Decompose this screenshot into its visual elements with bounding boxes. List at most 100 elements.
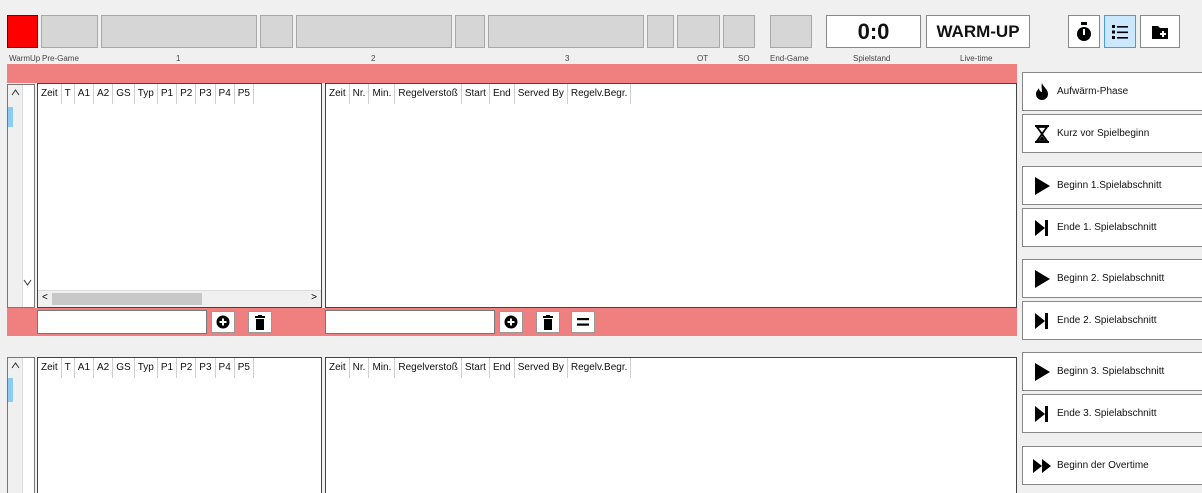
column-header[interactable]: P1 bbox=[158, 358, 178, 378]
side-button-beginn-3-spielabschnitt[interactable]: Beginn 3. Spielabschnitt bbox=[1022, 352, 1202, 391]
list-view-button[interactable] bbox=[1104, 15, 1136, 48]
team-a-delete-penalty-button[interactable] bbox=[248, 311, 272, 333]
fire-icon bbox=[1033, 82, 1051, 101]
list-icon bbox=[1112, 24, 1128, 39]
side-button-beginn-1-spielabschnitt[interactable]: Beginn 1.Spielabschnitt bbox=[1022, 166, 1202, 205]
side-button-label: Aufwärm-Phase bbox=[1057, 86, 1129, 97]
team-a-rule-table[interactable]: Zeit Nr. Min. Regelverstoß Start End Served By… bbox=[325, 83, 1017, 308]
scroll-left-icon[interactable]: < bbox=[42, 292, 48, 303]
phase-ot-block[interactable] bbox=[677, 15, 720, 48]
column-header[interactable]: P2 bbox=[177, 84, 197, 104]
column-header[interactable]: P4 bbox=[216, 84, 235, 104]
column-header[interactable]: Zeit bbox=[326, 84, 350, 104]
column-header[interactable]: Regelv.Begr. bbox=[568, 358, 632, 378]
scroll-up-icon[interactable] bbox=[11, 362, 20, 369]
team-a-add-penalty-button[interactable] bbox=[211, 311, 235, 333]
step-end-icon bbox=[1033, 219, 1051, 237]
team-b-roster-strip[interactable] bbox=[7, 357, 35, 493]
roster-selected-marker bbox=[8, 378, 13, 402]
phase-label-ot: OT bbox=[697, 54, 709, 63]
stopwatch-button[interactable] bbox=[1068, 15, 1100, 48]
penalty-table-header: Zeit T A1 A2 GS Typ P1 P2 P3 P4 P5 bbox=[38, 358, 254, 378]
penalty-table-hscrollbar[interactable]: < > bbox=[38, 290, 321, 307]
phase-1-block[interactable] bbox=[101, 15, 257, 48]
column-header[interactable]: Regelverstoß bbox=[395, 84, 462, 104]
phase-warmup-block[interactable] bbox=[7, 15, 38, 48]
phase-so-block[interactable] bbox=[723, 15, 755, 48]
phase-endgame-block[interactable] bbox=[770, 15, 812, 48]
column-header[interactable]: Regelv.Begr. bbox=[568, 84, 632, 104]
side-button-kurz-vor-spielbeginn[interactable]: Kurz vor Spielbeginn bbox=[1022, 114, 1202, 153]
team-a-rule-input[interactable] bbox=[325, 310, 495, 334]
column-header[interactable]: A2 bbox=[94, 84, 114, 104]
column-header[interactable]: P5 bbox=[235, 358, 254, 378]
side-button-beginn-der-overtime[interactable]: Beginn der Overtime bbox=[1022, 446, 1202, 485]
scroll-down-icon[interactable] bbox=[23, 279, 32, 286]
team-a-delete-rule-button[interactable] bbox=[536, 311, 560, 333]
column-header[interactable]: Zeit bbox=[38, 358, 62, 378]
column-header[interactable]: A2 bbox=[94, 358, 114, 378]
side-button-ende-2-spielabschnitt[interactable]: Ende 2. Spielabschnitt bbox=[1022, 301, 1202, 340]
column-header[interactable]: Min. bbox=[369, 358, 396, 378]
column-header[interactable]: T bbox=[62, 84, 75, 104]
side-button-aufwärm-phase[interactable]: Aufwärm-Phase bbox=[1022, 72, 1202, 111]
column-header[interactable]: Regelverstoß bbox=[395, 358, 462, 378]
column-header[interactable]: A1 bbox=[75, 84, 95, 104]
column-header[interactable]: P1 bbox=[158, 84, 178, 104]
phase-1-break-block[interactable] bbox=[260, 15, 293, 48]
column-header[interactable]: Served By bbox=[515, 84, 568, 104]
phase-label-1: 1 bbox=[176, 54, 181, 63]
scroll-up-icon[interactable] bbox=[11, 89, 20, 96]
side-button-label: Kurz vor Spielbeginn bbox=[1057, 128, 1150, 139]
column-header[interactable]: P5 bbox=[235, 84, 254, 104]
column-header[interactable]: End bbox=[490, 84, 515, 104]
column-header[interactable]: Zeit bbox=[326, 358, 350, 378]
column-header[interactable]: Nr. bbox=[350, 358, 370, 378]
side-button-ende-3-spielabschnitt[interactable]: Ende 3. Spielabschnitt bbox=[1022, 394, 1202, 433]
hscroll-thumb[interactable] bbox=[52, 293, 202, 305]
scroll-right-icon[interactable]: > bbox=[311, 292, 317, 303]
column-header[interactable]: T bbox=[62, 358, 75, 378]
side-button-beginn-2-spielabschnitt[interactable]: Beginn 2. Spielabschnitt bbox=[1022, 259, 1202, 298]
team-a-equal-button[interactable] bbox=[571, 311, 595, 333]
column-header[interactable]: Start bbox=[462, 358, 490, 378]
column-header[interactable]: GS bbox=[113, 84, 135, 104]
team-b-penalty-table[interactable]: Zeit T A1 A2 GS Typ P1 P2 P3 P4 P5 bbox=[37, 357, 322, 493]
add-folder-button[interactable] bbox=[1140, 15, 1180, 48]
column-header[interactable]: GS bbox=[113, 358, 135, 378]
team-a-add-rule-button[interactable] bbox=[499, 311, 523, 333]
column-header[interactable]: A1 bbox=[75, 358, 95, 378]
phase-2-break-block[interactable] bbox=[455, 15, 485, 48]
column-header[interactable]: P3 bbox=[196, 84, 216, 104]
team-a-roster-strip[interactable] bbox=[7, 84, 35, 308]
column-header[interactable]: Min. bbox=[369, 84, 396, 104]
column-header[interactable]: Typ bbox=[135, 84, 158, 104]
phase-label-pregame: Pre-Game bbox=[42, 54, 79, 63]
phase-label-2: 2 bbox=[371, 54, 376, 63]
phase-3-break-block[interactable] bbox=[647, 15, 674, 48]
column-header[interactable]: P3 bbox=[196, 358, 216, 378]
plus-circle-icon bbox=[216, 315, 230, 329]
column-header[interactable]: Served By bbox=[515, 358, 568, 378]
column-header[interactable]: P4 bbox=[216, 358, 235, 378]
column-header[interactable]: Typ bbox=[135, 358, 158, 378]
play-icon bbox=[1033, 269, 1051, 288]
roster-selected-marker bbox=[8, 107, 13, 127]
team-a-penalty-input[interactable] bbox=[37, 310, 207, 334]
phase-3-block[interactable] bbox=[488, 15, 644, 48]
column-header[interactable]: Start bbox=[462, 84, 490, 104]
team-a-color-band bbox=[7, 64, 1017, 83]
side-button-label: Ende 2. Spielabschnitt bbox=[1057, 315, 1157, 326]
column-header[interactable]: Nr. bbox=[350, 84, 370, 104]
step-end-icon bbox=[1033, 312, 1051, 330]
team-a-penalty-table[interactable]: Zeit T A1 A2 GS Typ P1 P2 P3 P4 P5 < > bbox=[37, 83, 322, 308]
column-header[interactable]: Zeit bbox=[38, 84, 62, 104]
equals-icon bbox=[577, 318, 589, 326]
phase-pregame-block[interactable] bbox=[41, 15, 98, 48]
column-header[interactable]: P2 bbox=[177, 358, 197, 378]
phase-2-block[interactable] bbox=[296, 15, 452, 48]
column-header[interactable]: End bbox=[490, 358, 515, 378]
team-b-rule-table[interactable]: Zeit Nr. Min. Regelverstoß Start End Served By… bbox=[325, 357, 1017, 493]
side-button-label: Ende 3. Spielabschnitt bbox=[1057, 408, 1157, 419]
side-button-ende-1-spielabschnitt[interactable]: Ende 1. Spielabschnitt bbox=[1022, 208, 1202, 247]
